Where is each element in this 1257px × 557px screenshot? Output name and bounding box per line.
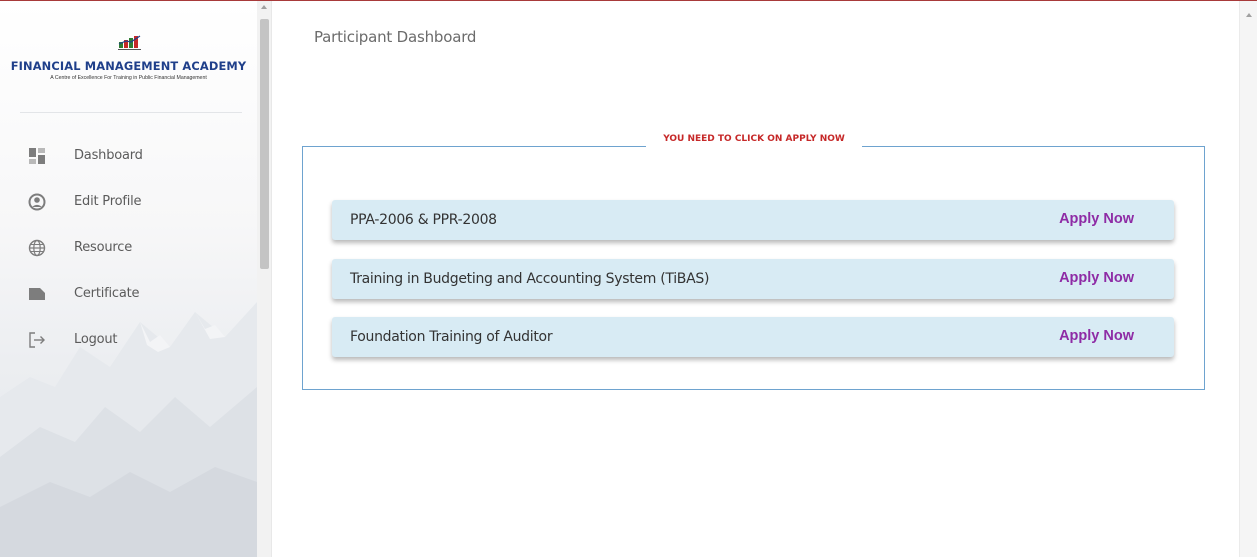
folder-icon <box>29 288 45 300</box>
scroll-up-arrow-icon[interactable] <box>1246 13 1252 17</box>
panel-notice: YOU NEED TO CLICK ON APPLY NOW <box>646 130 862 148</box>
user-circle-icon <box>28 193 46 211</box>
page-scrollbar[interactable] <box>1239 1 1257 557</box>
sidebar-item-dashboard[interactable]: Dashboard <box>28 145 238 167</box>
sidebar-item-label: Dashboard <box>74 148 143 163</box>
course-name: PPA-2006 & PPR-2008 <box>350 212 497 228</box>
dashboard-icon <box>29 148 45 164</box>
sidebar-item-edit-profile[interactable]: Edit Profile <box>28 191 238 213</box>
apply-now-button[interactable]: Apply Now <box>1059 270 1134 286</box>
sidebar-item-resource[interactable]: Resource <box>28 237 238 259</box>
sidebar-item-certificate[interactable]: Certificate <box>28 283 238 305</box>
sidebar-item-label: Resource <box>74 240 133 255</box>
scrollbar-thumb[interactable] <box>260 19 269 269</box>
logout-icon <box>29 332 45 348</box>
apply-now-button[interactable]: Apply Now <box>1059 328 1134 344</box>
sidebar-item-logout[interactable]: Logout <box>28 329 238 351</box>
brand-subtitle: A Centre of Excellence For Training in P… <box>50 75 207 81</box>
sidebar-item-label: Logout <box>74 332 118 347</box>
sidebar-scrollbar[interactable] <box>257 1 272 557</box>
sidebar-item-label: Certificate <box>74 286 140 301</box>
sidebar-item-label: Edit Profile <box>74 194 142 209</box>
course-name: Foundation Training of Auditor <box>350 329 553 345</box>
sidebar-divider <box>20 112 242 113</box>
page-title: Participant Dashboard <box>314 28 477 46</box>
course-name: Training in Budgeting and Accounting Sys… <box>350 271 710 287</box>
globe-icon <box>28 239 46 257</box>
course-card: Training in Budgeting and Accounting Sys… <box>332 259 1174 299</box>
fima-logo-icon <box>118 35 141 50</box>
brand-title: FINANCIAL MANAGEMENT ACADEMY <box>10 59 247 73</box>
apply-now-button[interactable]: Apply Now <box>1059 211 1134 227</box>
course-card: Foundation Training of Auditor Apply Now <box>332 317 1174 357</box>
scroll-up-arrow-icon[interactable] <box>261 5 267 9</box>
mountain-background-image <box>0 302 257 557</box>
course-card: PPA-2006 & PPR-2008 Apply Now <box>332 200 1174 240</box>
sidebar: FINANCIAL MANAGEMENT ACADEMY A Centre of… <box>0 1 257 557</box>
